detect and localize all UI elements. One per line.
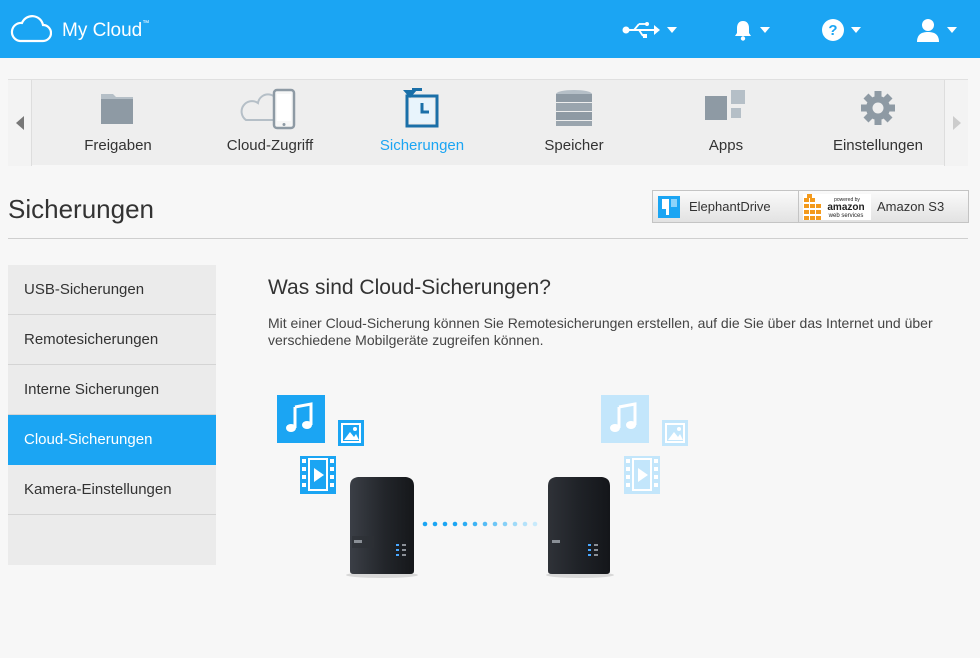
content-description: Mit einer Cloud-Sicherung können Sie Rem… xyxy=(268,315,933,348)
provider-label: ElephantDrive xyxy=(689,199,771,214)
amazon-web-services-logo: powered by amazon web services xyxy=(803,193,871,220)
nas-device-right xyxy=(546,477,614,578)
sidebar-item-usb-sicherungen[interactable]: USB-Sicherungen xyxy=(8,265,216,315)
gear-icon xyxy=(861,91,895,125)
page-title: Sicherungen xyxy=(8,194,154,224)
connection-dots xyxy=(422,521,538,527)
database-icon xyxy=(556,90,592,126)
backup-clock-icon xyxy=(403,88,439,128)
top-bar: My Cloud™ ? xyxy=(0,0,980,58)
nav-item-apps[interactable]: Apps xyxy=(650,80,802,166)
bell-icon xyxy=(735,21,751,41)
cloud-logo-icon xyxy=(10,15,52,43)
nav-scroll-right-button[interactable] xyxy=(944,80,968,166)
nav-scroll-left-button[interactable] xyxy=(8,80,32,166)
sidebar-item-remotesicherungen[interactable]: Remotesicherungen xyxy=(8,315,216,365)
svg-text:?: ? xyxy=(828,22,837,39)
cloud-provider-buttons: ElephantDrive powered by amazon web serv… xyxy=(652,190,969,223)
music-icon xyxy=(601,395,649,443)
video-icon xyxy=(624,456,660,494)
nav-item-einstellungen[interactable]: Einstellungen xyxy=(802,80,954,166)
apps-icon xyxy=(705,90,745,120)
nav-item-freigaben[interactable]: Freigaben xyxy=(42,80,194,166)
elephantdrive-button[interactable]: ElephantDrive xyxy=(653,191,799,222)
nav-label: Sicherungen xyxy=(379,137,465,154)
cloud-phone-icon xyxy=(240,88,296,130)
sidebar-item-kamera-einstellungen[interactable]: Kamera-Einstellungen xyxy=(8,465,216,515)
help-icon: ? xyxy=(822,19,844,41)
nav-label: Freigaben xyxy=(84,137,152,154)
nav-label: Cloud-Zugriff xyxy=(226,137,314,154)
folder-icon xyxy=(101,94,133,124)
image-icon xyxy=(338,420,364,446)
nav-label: Einstellungen xyxy=(832,137,924,154)
main-nav: Freigaben Cloud-Zugriff Sicherungen Spei… xyxy=(8,79,968,166)
help-menu[interactable]: ? xyxy=(822,16,861,44)
chevron-down-icon xyxy=(760,27,770,33)
user-menu[interactable] xyxy=(916,16,957,44)
amazon-s3-button[interactable]: powered by amazon web services Amazon S3 xyxy=(799,191,968,222)
notifications-menu[interactable] xyxy=(733,16,770,44)
nas-device-left xyxy=(346,477,418,578)
nav-item-cloud-zugriff[interactable]: Cloud-Zugriff xyxy=(194,80,346,166)
sidebar: USB-Sicherungen Remotesicherungen Intern… xyxy=(8,265,216,565)
nav-item-speicher[interactable]: Speicher xyxy=(498,80,650,166)
nav-item-sicherungen[interactable]: Sicherungen xyxy=(346,80,498,166)
nav-label: Apps xyxy=(708,137,744,154)
nav-label: Speicher xyxy=(544,137,604,154)
music-icon xyxy=(277,395,325,443)
usb-icon xyxy=(622,22,660,38)
chevron-right-icon xyxy=(952,116,961,130)
divider xyxy=(8,238,968,239)
sidebar-item-interne-sicherungen[interactable]: Interne Sicherungen xyxy=(8,365,216,415)
app-title[interactable]: My Cloud™ xyxy=(62,20,149,42)
chevron-down-icon xyxy=(851,27,861,33)
amazon-logo-amazon: amazon xyxy=(827,202,864,213)
content-heading: Was sind Cloud-Sicherungen? xyxy=(268,276,551,299)
image-icon xyxy=(662,420,688,446)
chevron-down-icon xyxy=(667,27,677,33)
video-icon xyxy=(300,456,336,494)
chevron-down-icon xyxy=(947,27,957,33)
provider-label: Amazon S3 xyxy=(877,199,945,214)
amazon-logo-webservices: web services xyxy=(828,213,864,219)
elephantdrive-logo-icon xyxy=(658,195,680,218)
user-icon xyxy=(917,19,939,42)
chevron-left-icon xyxy=(15,116,24,130)
sidebar-item-cloud-sicherungen[interactable]: Cloud-Sicherungen xyxy=(8,415,216,465)
usb-menu[interactable] xyxy=(622,16,677,44)
